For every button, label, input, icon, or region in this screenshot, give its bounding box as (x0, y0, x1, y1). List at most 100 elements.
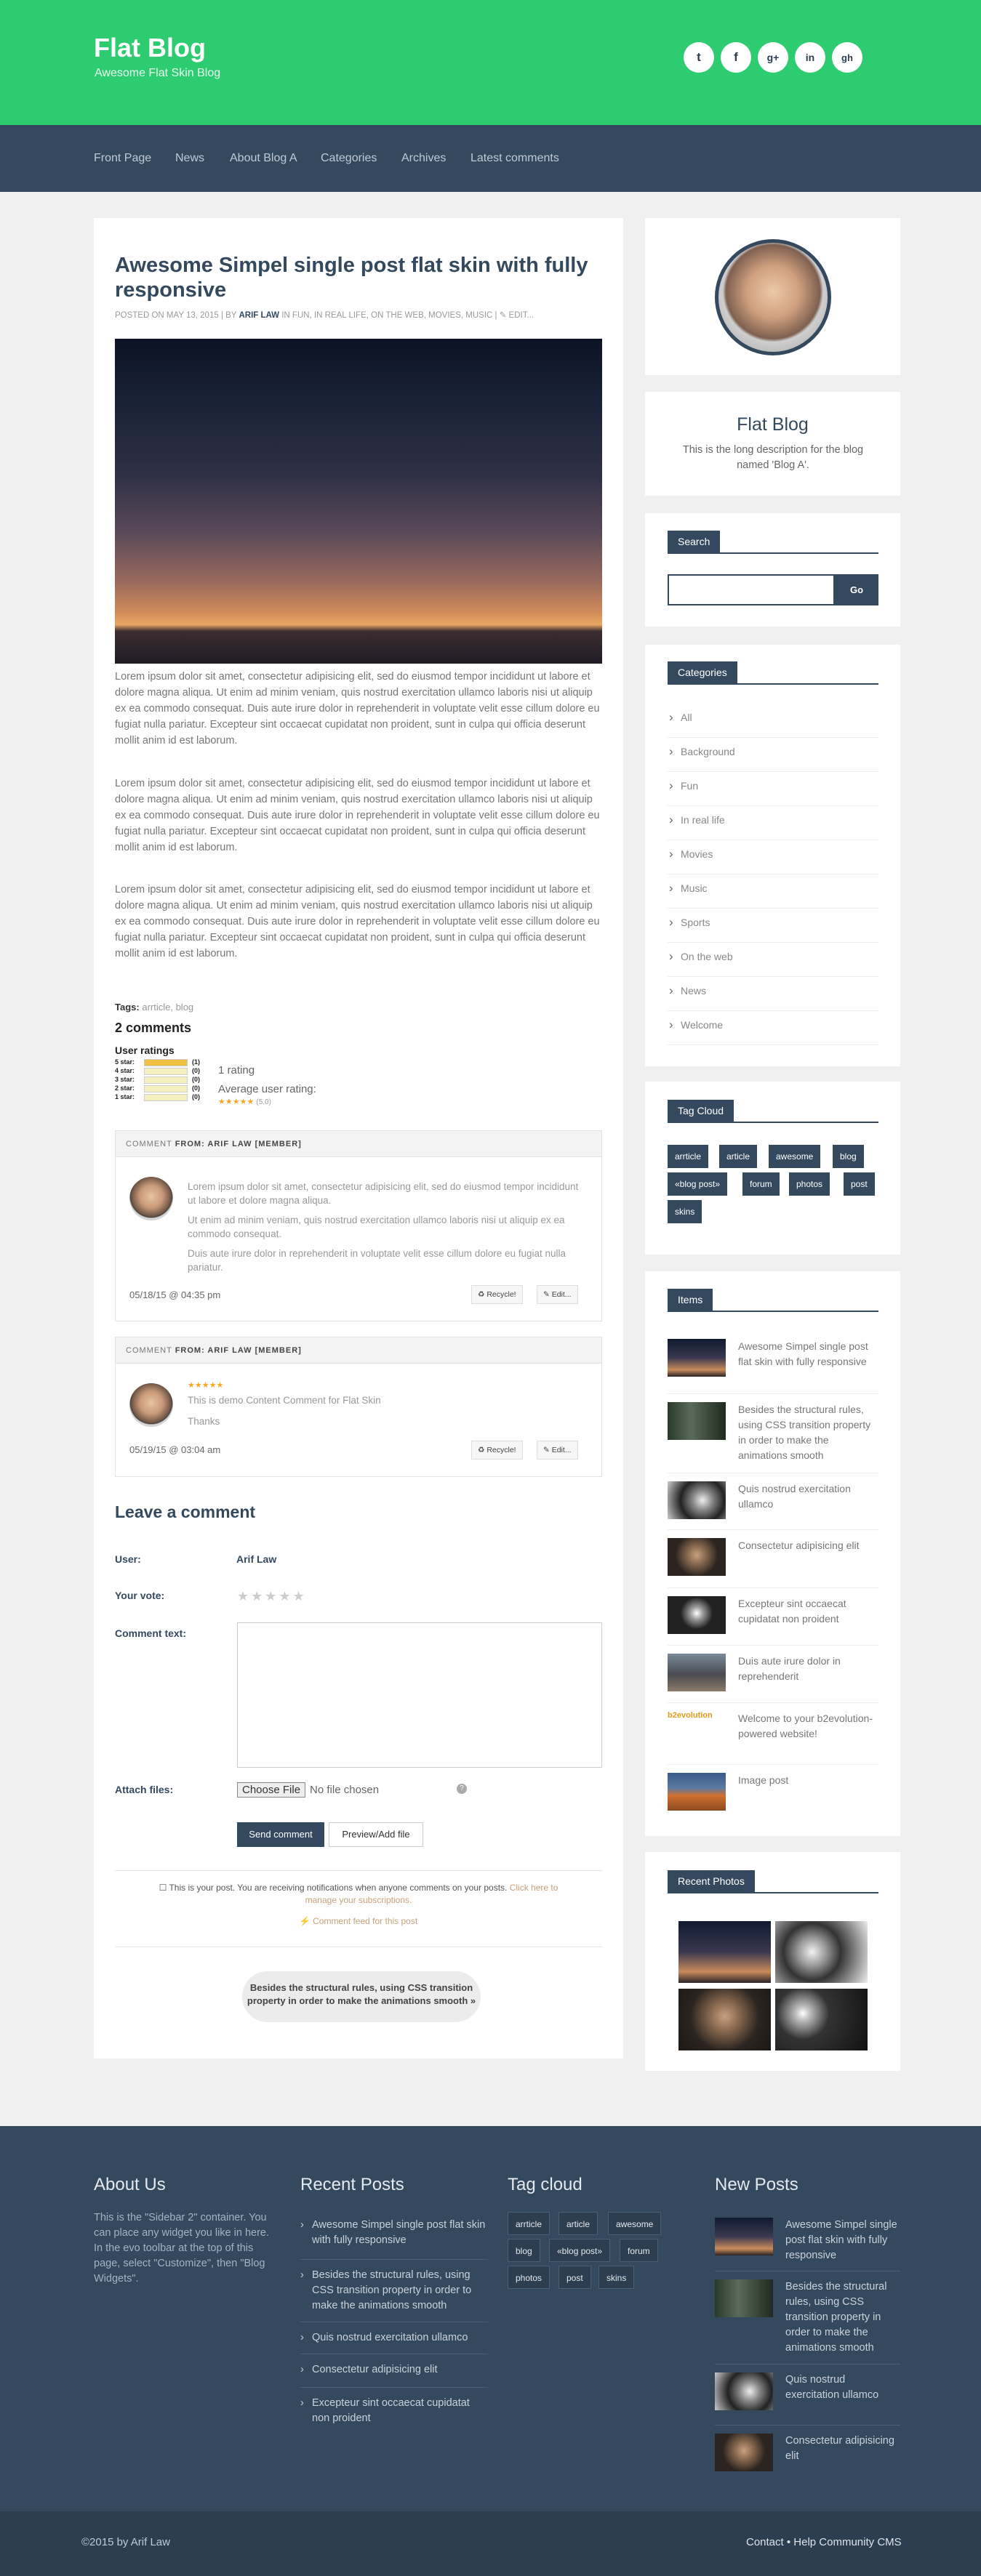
file-input[interactable]: Choose File No file chosen (237, 1782, 379, 1798)
next-post-button[interactable]: Besides the structural rules, using CSS … (242, 1971, 481, 2022)
recent-photo-bw[interactable] (775, 1921, 868, 1983)
tag-1[interactable]: article (719, 1145, 758, 1168)
comment-feed-link[interactable]: ⚡ Comment feed for this post (300, 1916, 417, 1926)
footer-new-post[interactable]: Besides the structural rules, using CSS … (715, 2279, 900, 2354)
category-background[interactable]: Background (668, 738, 878, 772)
footer-new-post[interactable]: Awesome Simpel single post flat skin wit… (715, 2218, 900, 2276)
footer-tag-5[interactable]: forum (620, 2239, 658, 2262)
item-title[interactable]: Awesome Simpel single post flat skin wit… (738, 1339, 878, 1369)
footer-tag-2[interactable]: awesome (608, 2212, 662, 2235)
site-title[interactable]: Flat Blog (94, 32, 206, 64)
tag-4[interactable]: «blog post» (668, 1172, 728, 1196)
tag-7[interactable]: post (844, 1172, 875, 1196)
choose-file-button[interactable]: Choose File (237, 1782, 306, 1798)
recycle-button[interactable]: ♻ Recycle! (471, 1441, 523, 1460)
category-all[interactable]: All (668, 704, 878, 738)
items-entry[interactable]: Awesome Simpel single post flat skin wit… (668, 1339, 878, 1394)
item-title[interactable]: Besides the structural rules, using CSS … (738, 1402, 878, 1463)
avatar[interactable] (129, 1177, 173, 1220)
footer-tag-4[interactable]: «blog post» (549, 2239, 611, 2262)
category-on-the-web[interactable]: On the web (668, 943, 878, 977)
footer-tag-1[interactable]: article (558, 2212, 598, 2235)
category-movies[interactable]: Movies (668, 840, 878, 874)
post-title[interactable]: Awesome Simpel single post flat skin wit… (785, 2218, 900, 2263)
item-title[interactable]: Excepteur sint occaecat cupidatat non pr… (738, 1596, 878, 1627)
comment-author[interactable]: ARIF LAW [MEMBER] (205, 1140, 302, 1148)
category-fun[interactable]: Fun (668, 772, 878, 806)
category-welcome[interactable]: Welcome (668, 1011, 878, 1045)
tag-8[interactable]: skins (668, 1200, 702, 1223)
recent-photo-lights[interactable] (775, 1989, 868, 2050)
footer-recent-post[interactable]: Consectetur adipisicing elit (300, 2362, 488, 2378)
post-title[interactable]: Quis nostrud exercitation ullamco (785, 2372, 900, 2403)
facebook-icon[interactable]: f (721, 42, 751, 73)
edit-button[interactable]: ✎ Edit... (537, 1285, 578, 1304)
nav-categories[interactable]: Categories (321, 152, 377, 165)
category-music[interactable]: Music (668, 874, 878, 909)
tag-2[interactable]: awesome (769, 1145, 821, 1168)
comment-textarea[interactable] (237, 1622, 602, 1768)
items-entry[interactable]: Quis nostrud exercitation ullamco (668, 1481, 878, 1532)
comment-date[interactable]: 05/19/15 @ 03:04 am (129, 1444, 220, 1455)
comment-date[interactable]: 05/18/15 @ 04:35 pm (129, 1289, 220, 1300)
help-icon[interactable]: ? (457, 1784, 467, 1794)
item-title[interactable]: Consectetur adipisicing elit (738, 1538, 878, 1553)
items-entry[interactable]: Duis aute irure dolor in reprehenderit (668, 1654, 878, 1704)
edit-button[interactable]: ✎ Edit... (537, 1441, 578, 1460)
recycle-button[interactable]: ♻ Recycle! (471, 1285, 523, 1304)
footer-tag-6[interactable]: photos (508, 2266, 550, 2289)
recent-photo-sunset[interactable] (678, 1921, 771, 1983)
items-entry[interactable]: b2evolution Welcome to your b2evolution-p… (668, 1711, 878, 1765)
nav-archives[interactable]: Archives (401, 152, 446, 165)
category-sports[interactable]: Sports (668, 909, 878, 943)
tag-3[interactable]: blog (833, 1145, 864, 1168)
tags-list[interactable]: arrticle, blog (142, 1002, 193, 1013)
footer-recent-post[interactable]: Excepteur sint occaecat cupidatat non pr… (300, 2396, 488, 2426)
user-value[interactable]: Arif Law (236, 1553, 276, 1565)
github-icon[interactable]: gh (832, 42, 862, 73)
preview-button[interactable]: Preview/Add file (329, 1822, 423, 1847)
items-entry[interactable]: Image post (668, 1773, 878, 1824)
tag-0[interactable]: arrticle (668, 1145, 709, 1168)
footer-recent-post[interactable]: Besides the structural rules, using CSS … (300, 2268, 488, 2314)
nav-news[interactable]: News (175, 152, 204, 165)
items-entry[interactable]: Besides the structural rules, using CSS … (668, 1402, 878, 1473)
meta-categories[interactable]: IN FUN, IN REAL LIFE, ON THE WEB, MOVIES… (279, 311, 534, 320)
footer-tag-3[interactable]: blog (508, 2239, 540, 2262)
post-title[interactable]: Besides the structural rules, using CSS … (785, 2279, 900, 2356)
item-title[interactable]: Welcome to your b2evolution-powered webs… (738, 1711, 878, 1742)
linkedin-icon[interactable]: in (795, 42, 825, 73)
footer-new-post[interactable]: Quis nostrud exercitation ullamco (715, 2372, 900, 2431)
avatar[interactable] (129, 1383, 173, 1427)
nav-about[interactable]: About Blog A (230, 152, 297, 165)
recent-photo-portrait[interactable] (678, 1989, 771, 2050)
nav-front-page[interactable]: Front Page (94, 152, 151, 165)
items-entry[interactable]: Consectetur adipisicing elit (668, 1538, 878, 1589)
footer-tag-0[interactable]: arrticle (508, 2212, 550, 2235)
google-plus-icon[interactable]: g+ (758, 42, 788, 73)
comment-author[interactable]: ARIF LAW [MEMBER] (205, 1346, 302, 1355)
item-title[interactable]: Quis nostrud exercitation ullamco (738, 1481, 878, 1512)
vote-stars[interactable]: ★★★★★ (237, 1589, 307, 1604)
nav-latest-comments[interactable]: Latest comments (471, 152, 559, 165)
footer-recent-post[interactable]: Awesome Simpel single post flat skin wit… (300, 2218, 488, 2248)
twitter-icon[interactable]: t (684, 42, 714, 73)
tag-6[interactable]: photos (789, 1172, 830, 1196)
category-in-real-life[interactable]: In real life (668, 806, 878, 840)
footer-links[interactable]: Contact • Help Community CMS (746, 2536, 902, 2548)
item-title[interactable]: Duis aute irure dolor in reprehenderit (738, 1654, 878, 1684)
items-entry[interactable]: Excepteur sint occaecat cupidatat non pr… (668, 1596, 878, 1647)
tag-5[interactable]: forum (742, 1172, 780, 1196)
item-thumbnail (668, 1654, 726, 1691)
search-button[interactable]: Go (835, 574, 878, 605)
footer-tag-7[interactable]: post (558, 2266, 591, 2289)
item-title[interactable]: Image post (738, 1773, 878, 1788)
category-news[interactable]: News (668, 977, 878, 1011)
post-title[interactable]: Consectetur adipisicing elit (785, 2434, 900, 2464)
meta-author[interactable]: ARIF LAW (239, 311, 279, 320)
search-input[interactable] (668, 574, 835, 605)
send-comment-button[interactable]: Send comment (237, 1822, 324, 1847)
footer-tag-8[interactable]: skins (598, 2266, 635, 2289)
footer-new-post[interactable]: Consectetur adipisicing elit (715, 2434, 900, 2492)
footer-recent-post[interactable]: Quis nostrud exercitation ullamco (300, 2330, 488, 2346)
